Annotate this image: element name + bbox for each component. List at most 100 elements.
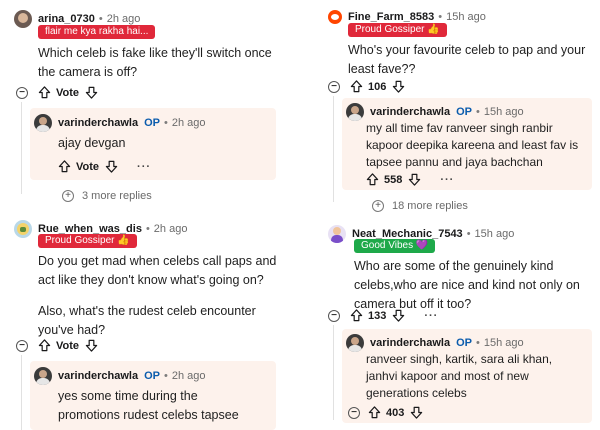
separator-dot: •	[164, 370, 168, 382]
comment-actions: − 106	[328, 80, 410, 93]
username[interactable]: varinderchawla	[370, 337, 450, 349]
op-badge: OP	[456, 337, 472, 349]
user-flair: Proud Gossiper 👍	[38, 234, 137, 248]
reply-meta: varinderchawla OP • 15h ago	[346, 103, 524, 121]
downvote-icon[interactable]	[408, 173, 421, 186]
collapse-icon[interactable]: −	[328, 80, 340, 93]
comment-body: Who are some of the genuinely kind celeb…	[354, 257, 590, 314]
username[interactable]: varinderchawla	[58, 117, 138, 129]
downvote-icon[interactable]	[410, 406, 423, 419]
collapse-icon[interactable]: −	[16, 339, 28, 352]
timestamp: 2h ago	[153, 223, 188, 235]
avatar[interactable]	[346, 103, 364, 121]
reply-actions: Vote ···	[58, 160, 151, 173]
upvote-icon[interactable]	[38, 86, 51, 99]
downvote-icon[interactable]	[392, 309, 405, 322]
timestamp: 15h ago	[483, 106, 524, 118]
more-replies-link[interactable]: + 3 more replies	[62, 190, 152, 202]
avatar[interactable]	[14, 220, 32, 238]
avatar[interactable]	[34, 367, 52, 385]
separator-dot: •	[476, 106, 480, 118]
separator-dot: •	[466, 228, 471, 240]
reply-meta: varinderchawla OP • 15h ago	[346, 334, 524, 352]
comment-actions: − 133 ···	[328, 309, 438, 322]
upvote-icon[interactable]	[58, 160, 71, 173]
avatar[interactable]	[34, 114, 52, 132]
comment-thread: arina_0730 • 2h ago flair me kya rakha h…	[0, 0, 300, 215]
avatar[interactable]	[346, 334, 364, 352]
comment-actions: − Vote	[16, 339, 103, 352]
vote-score: 558	[384, 173, 403, 186]
reply-meta: varinderchawla OP • 2h ago	[34, 367, 206, 385]
reply-body: ajay devgan	[58, 134, 268, 153]
vote-score: 403	[386, 406, 405, 419]
reply-actions: 558 ···	[366, 173, 454, 186]
thread-line	[21, 355, 22, 430]
more-options-icon[interactable]: ···	[440, 174, 454, 186]
avatar[interactable]	[328, 10, 342, 24]
timestamp: 2h ago	[171, 370, 206, 382]
upvote-icon[interactable]	[350, 80, 363, 93]
avatar[interactable]	[14, 10, 32, 28]
downvote-icon[interactable]	[105, 160, 118, 173]
collapse-icon[interactable]: −	[348, 406, 360, 419]
reply-body: yes some time during the promotions rude…	[58, 387, 254, 425]
downvote-icon[interactable]	[392, 80, 405, 93]
reply: varinderchawla OP • 15h ago ranveer sing…	[342, 329, 592, 423]
more-replies-link[interactable]: + 18 more replies	[372, 200, 468, 212]
reply-text: ranveer singh, kartik, sara ali khan, ja…	[366, 352, 553, 400]
comment-thread: Fine_Farm_8583 • 15h ago Proud Gossiper …	[308, 0, 600, 215]
timestamp: 15h ago	[483, 337, 524, 349]
more-options-icon[interactable]: ···	[424, 310, 438, 322]
collapse-icon[interactable]: −	[328, 309, 340, 322]
username[interactable]: Fine_Farm_8583	[348, 11, 434, 23]
comment-thread: Neat_Mechanic_7543 • 15h ago Good Vibes …	[308, 215, 600, 430]
user-flair: Good Vibes 💜	[354, 239, 436, 253]
comment-body: Which celeb is fake like they'll switch …	[38, 44, 288, 82]
left-column: arina_0730 • 2h ago flair me kya rakha h…	[0, 0, 300, 430]
comment-body: Do you get mad when celebs call paps and…	[38, 252, 290, 340]
more-options-icon[interactable]: ···	[137, 161, 151, 173]
upvote-icon[interactable]	[366, 173, 379, 186]
vote-label: Vote	[56, 86, 80, 99]
user-flair: Proud Gossiper 👍	[348, 23, 447, 37]
thread-line	[21, 102, 22, 194]
collapse-icon[interactable]: −	[16, 86, 28, 99]
avatar[interactable]	[328, 225, 346, 243]
vote-score: 133	[368, 309, 387, 322]
reply: varinderchawla OP • 2h ago ajay devgan V…	[30, 108, 276, 180]
separator-dot: •	[98, 13, 103, 25]
upvote-icon[interactable]	[38, 339, 51, 352]
comment-text: Which celeb is fake like they'll switch …	[38, 46, 272, 79]
username[interactable]: arina_0730	[38, 13, 95, 25]
more-replies-label[interactable]: 3 more replies	[82, 190, 152, 202]
downvote-icon[interactable]	[85, 86, 98, 99]
comment-text: Who's your favourite celeb to pap and yo…	[348, 43, 586, 76]
expand-replies-icon[interactable]: +	[372, 200, 384, 212]
username[interactable]: varinderchawla	[370, 106, 450, 118]
reply-text: my all time fav ranveer singh ranbir kap…	[366, 121, 579, 169]
reply-body: ranveer singh, kartik, sara ali khan, ja…	[366, 351, 584, 402]
upvote-icon[interactable]	[368, 406, 381, 419]
separator-dot: •	[164, 117, 168, 129]
username[interactable]: varinderchawla	[58, 370, 138, 382]
vote-label: Vote	[76, 160, 100, 173]
timestamp: 2h ago	[171, 117, 206, 129]
timestamp: 2h ago	[106, 13, 141, 25]
comment-thread: Rue_when_was_dis • 2h ago Proud Gossiper…	[0, 215, 300, 430]
timestamp: 15h ago	[474, 228, 515, 240]
more-replies-label[interactable]: 18 more replies	[392, 200, 468, 212]
separator-dot: •	[438, 11, 443, 23]
thread-line	[333, 96, 334, 202]
comment-text: Who are some of the genuinely kind celeb…	[354, 259, 580, 311]
vote-score: 106	[368, 80, 387, 93]
comment-text-paragraph-2: Also, what's the rudest celeb encounter …	[38, 304, 256, 337]
comment-text-paragraph-1: Do you get mad when celebs call paps and…	[38, 254, 277, 287]
reply-body: my all time fav ranveer singh ranbir kap…	[366, 120, 586, 171]
reply-actions: − 403	[348, 406, 428, 419]
right-column: Fine_Farm_8583 • 15h ago Proud Gossiper …	[308, 0, 600, 430]
downvote-icon[interactable]	[85, 339, 98, 352]
upvote-icon[interactable]	[350, 309, 363, 322]
expand-replies-icon[interactable]: +	[62, 190, 74, 202]
thread-line	[333, 325, 334, 420]
